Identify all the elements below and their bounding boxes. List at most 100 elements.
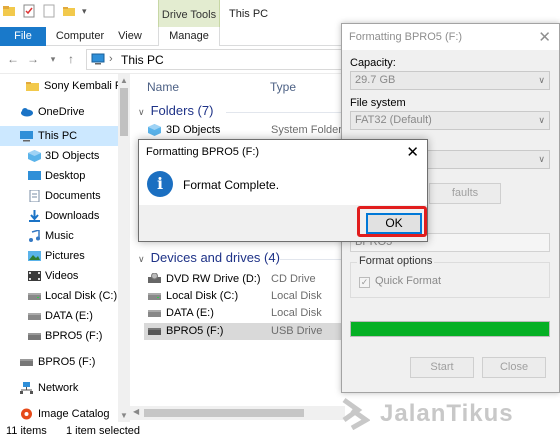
- quick-format-label: Quick Format: [375, 275, 442, 287]
- drive-tools-label: Drive Tools: [161, 9, 217, 21]
- chevron-down-icon[interactable]: ▾: [82, 4, 96, 18]
- group-divider: [280, 259, 344, 260]
- filesystem-label: File system: [350, 97, 406, 109]
- tab-view[interactable]: View: [112, 27, 148, 46]
- horizontal-scrollbar[interactable]: ◀: [130, 406, 345, 420]
- nav-pane-scrollbar[interactable]: ▲ ▼: [118, 74, 130, 422]
- column-header-name[interactable]: Name: [147, 80, 179, 94]
- nav-item-documents[interactable]: Documents: [0, 186, 130, 206]
- nav-item-pictures[interactable]: Pictures: [0, 246, 130, 266]
- content-pane: Name Type ∨ Folders (7) 3D Objects System…: [130, 74, 345, 422]
- tab-computer[interactable]: Computer: [52, 27, 108, 46]
- folder-icon: [26, 82, 39, 91]
- table-row[interactable]: Local Disk (C:) Local Disk: [144, 288, 344, 305]
- nav-item-videos[interactable]: Videos: [0, 266, 130, 286]
- nav-item-local-disk-c[interactable]: Local Disk (C:): [0, 286, 130, 306]
- watermark-text: JalanTikus: [380, 400, 514, 427]
- window-title: This PC: [229, 8, 269, 20]
- breadcrumb-separator-icon: ›: [109, 53, 113, 65]
- cloud-icon: [21, 108, 33, 117]
- watermark-logo-icon: [342, 397, 370, 430]
- computer-icon: [20, 131, 33, 142]
- nav-item-music[interactable]: Music: [0, 226, 130, 246]
- usb-drive-icon: [20, 359, 33, 366]
- nav-item-bpro5-f[interactable]: BPRO5 (F:): [0, 326, 130, 346]
- dvd-drive-icon: [148, 273, 161, 283]
- hard-drive-icon: [148, 310, 161, 317]
- this-pc-icon: [91, 53, 105, 65]
- up-arrow-icon[interactable]: ↑: [64, 52, 78, 66]
- folder-icon[interactable]: [62, 4, 76, 18]
- format-options-group: Format options ✓ Quick Format: [350, 255, 550, 298]
- restore-defaults-button[interactable]: faults: [429, 183, 501, 204]
- nav-item-sony-kembali[interactable]: Sony Kembali Ril: [0, 76, 130, 96]
- new-folder-icon[interactable]: [42, 4, 56, 18]
- chevron-down-icon: ∨: [138, 254, 145, 264]
- column-header-type[interactable]: Type: [270, 80, 296, 94]
- table-row[interactable]: DVD RW Drive (D:) CD Drive: [144, 271, 344, 288]
- tab-manage[interactable]: Manage: [158, 27, 220, 47]
- nav-item-network[interactable]: Network: [0, 378, 130, 398]
- progress-fill: [351, 322, 549, 336]
- video-icon: [28, 271, 41, 281]
- drive-tools-context-tab: Drive Tools: [158, 0, 220, 27]
- navigation-pane: Sony Kembali Ril OneDrive This PC 3D Obj…: [0, 74, 130, 422]
- nav-item-data-e[interactable]: DATA (E:): [0, 306, 130, 326]
- close-icon[interactable]: ✕: [538, 28, 551, 46]
- table-row[interactable]: DATA (E:) Local Disk: [144, 305, 344, 322]
- message-text: Format Complete.: [183, 178, 280, 192]
- quick-access-toolbar: ▾: [2, 4, 96, 18]
- quick-format-checkbox[interactable]: ✓: [359, 277, 370, 288]
- download-icon: [29, 210, 40, 222]
- format-options-label: Format options: [357, 255, 435, 267]
- tab-file[interactable]: File: [0, 27, 46, 46]
- scroll-up-icon[interactable]: ▲: [120, 76, 128, 85]
- forward-arrow-icon[interactable]: →: [26, 52, 40, 66]
- app-icon: [3, 6, 15, 16]
- group-header-folders[interactable]: ∨ Folders (7): [138, 103, 213, 118]
- back-arrow-icon[interactable]: ←: [6, 52, 20, 66]
- nav-item-desktop[interactable]: Desktop: [0, 166, 130, 186]
- close-button[interactable]: Close: [482, 357, 546, 378]
- nav-item-this-pc[interactable]: This PC: [0, 126, 130, 146]
- selection-count: 1 item selected: [66, 425, 140, 437]
- format-dialog-title: Formatting BPRO5 (F:): [349, 31, 463, 43]
- scroll-left-icon[interactable]: ◀: [133, 407, 139, 416]
- desktop-icon: [28, 171, 41, 180]
- scroll-down-icon[interactable]: ▼: [120, 411, 128, 420]
- pictures-icon: [28, 251, 41, 261]
- music-icon: [29, 230, 40, 242]
- start-button[interactable]: Start: [410, 357, 474, 378]
- nav-item-onedrive[interactable]: OneDrive: [0, 102, 130, 122]
- message-box-title: Formatting BPRO5 (F:): [146, 146, 260, 158]
- chevron-down-icon: ∨: [538, 154, 545, 164]
- recent-locations-icon[interactable]: ▾: [46, 52, 60, 66]
- format-progress-bar: [350, 321, 550, 337]
- scroll-thumb[interactable]: [144, 409, 304, 417]
- nav-item-downloads[interactable]: Downloads: [0, 206, 130, 226]
- capacity-label: Capacity:: [350, 57, 396, 69]
- item-count: 11 items: [6, 425, 47, 437]
- close-icon[interactable]: ✕: [406, 143, 419, 161]
- ok-button-highlight: [357, 206, 427, 237]
- table-row[interactable]: 3D Objects System Folder: [144, 122, 344, 139]
- watermark: JalanTikus: [340, 392, 560, 438]
- nav-item-3d-objects[interactable]: 3D Objects: [0, 146, 130, 166]
- table-row-selected[interactable]: BPRO5 (F:) USB Drive: [144, 323, 344, 340]
- status-bar: 11 items 1 item selected: [0, 422, 345, 440]
- filesystem-select[interactable]: FAT32 (Default) ∨: [350, 111, 550, 130]
- nav-item-image-catalog[interactable]: Image Catalog: [0, 404, 130, 424]
- scroll-thumb[interactable]: [120, 88, 128, 136]
- message-box-title-bar: Formatting BPRO5 (F:) ✕: [139, 140, 427, 164]
- hard-drive-icon: [28, 293, 41, 300]
- cube-icon: [28, 150, 41, 162]
- format-dialog-title-bar: Formatting BPRO5 (F:) ✕: [342, 24, 559, 50]
- properties-icon[interactable]: [22, 4, 36, 18]
- hard-drive-icon: [28, 313, 41, 320]
- capacity-select[interactable]: 29.7 GB ∨: [350, 71, 550, 90]
- nav-item-bpro5-f-root[interactable]: BPRO5 (F:): [0, 352, 130, 372]
- address-path: This PC: [121, 53, 164, 67]
- chevron-down-icon: ∨: [538, 75, 545, 85]
- address-bar[interactable]: › This PC: [86, 49, 346, 70]
- group-header-devices[interactable]: ∨ Devices and drives (4): [138, 250, 280, 265]
